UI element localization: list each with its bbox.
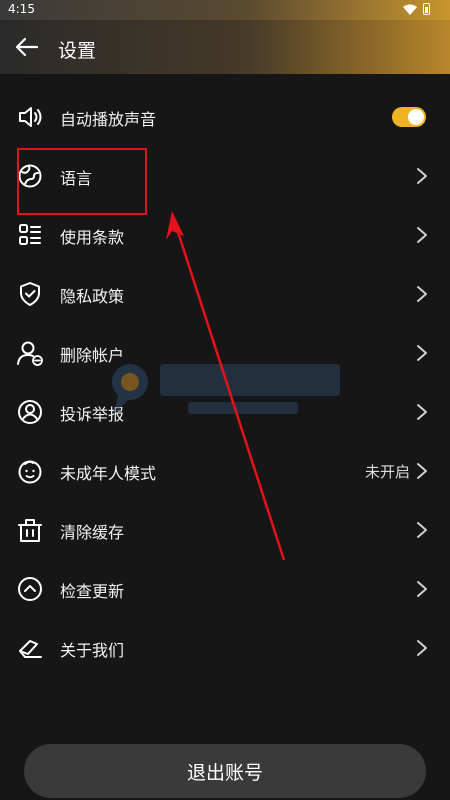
page-title: 设置 xyxy=(58,40,97,62)
header: 设置 xyxy=(0,20,450,74)
setting-clear-cache[interactable]: 清除缓存 xyxy=(0,501,450,560)
chevron-right-icon xyxy=(417,168,427,184)
setting-delete-account[interactable]: 删除帐户 xyxy=(0,324,450,383)
trash-icon xyxy=(18,519,42,542)
setting-label: 关于我们 xyxy=(60,641,125,660)
setting-privacy-policy[interactable]: 隐私政策 xyxy=(0,265,450,324)
setting-complaint-report[interactable]: 投诉举报 xyxy=(0,383,450,442)
setting-check-update[interactable]: 检查更新 xyxy=(0,560,450,619)
logout-button[interactable]: 退出账号 xyxy=(24,744,426,798)
setting-label: 删除帐户 xyxy=(60,346,125,365)
chevron-right-icon xyxy=(417,404,427,420)
status-icons xyxy=(403,3,430,15)
setting-terms-of-use[interactable]: 使用条款 xyxy=(0,206,450,265)
setting-label: 未成年人模式 xyxy=(60,464,157,483)
chevron-right-icon xyxy=(417,286,427,302)
status-bar: 4:15 xyxy=(0,0,450,20)
child-face-icon xyxy=(18,460,42,484)
setting-minor-mode[interactable]: 未成年人模式 未开启 xyxy=(0,442,450,501)
chevron-right-icon xyxy=(417,581,427,597)
user-remove-icon xyxy=(17,341,43,366)
setting-about-us[interactable]: 关于我们 xyxy=(0,619,450,678)
list-icon xyxy=(19,224,41,245)
battery-icon xyxy=(423,3,430,15)
logout-label: 退出账号 xyxy=(186,762,263,784)
chevron-right-icon xyxy=(417,522,427,538)
settings-list: 自动播放声音 语言 使用条款 隐私政策 删除帐户 投诉举报 未成年人模式 未开启… xyxy=(0,88,450,678)
setting-label: 清除缓存 xyxy=(60,523,125,542)
setting-label: 投诉举报 xyxy=(60,405,125,424)
toggle-knob xyxy=(408,109,424,125)
wifi-icon xyxy=(403,4,417,15)
minor-mode-status: 未开启 xyxy=(364,463,410,481)
setting-label: 检查更新 xyxy=(60,582,125,601)
chevron-right-icon xyxy=(417,640,427,656)
speaker-icon xyxy=(19,107,42,127)
report-icon xyxy=(18,400,42,424)
back-arrow-icon[interactable] xyxy=(14,34,40,60)
setting-label: 隐私政策 xyxy=(60,287,125,306)
setting-language[interactable]: 语言 xyxy=(0,147,450,206)
setting-label: 自动播放声音 xyxy=(60,110,157,129)
about-icon xyxy=(19,640,42,658)
chevron-right-icon xyxy=(417,463,427,479)
setting-label: 语言 xyxy=(60,169,93,188)
autoplay-toggle[interactable] xyxy=(392,107,426,127)
setting-autoplay-sound[interactable]: 自动播放声音 xyxy=(0,88,450,147)
update-icon xyxy=(18,577,42,601)
setting-label: 使用条款 xyxy=(60,228,125,247)
shield-icon xyxy=(20,282,40,306)
chevron-right-icon xyxy=(417,345,427,361)
status-time: 4:15 xyxy=(8,2,35,16)
chevron-right-icon xyxy=(417,227,427,243)
globe-icon xyxy=(18,164,42,188)
